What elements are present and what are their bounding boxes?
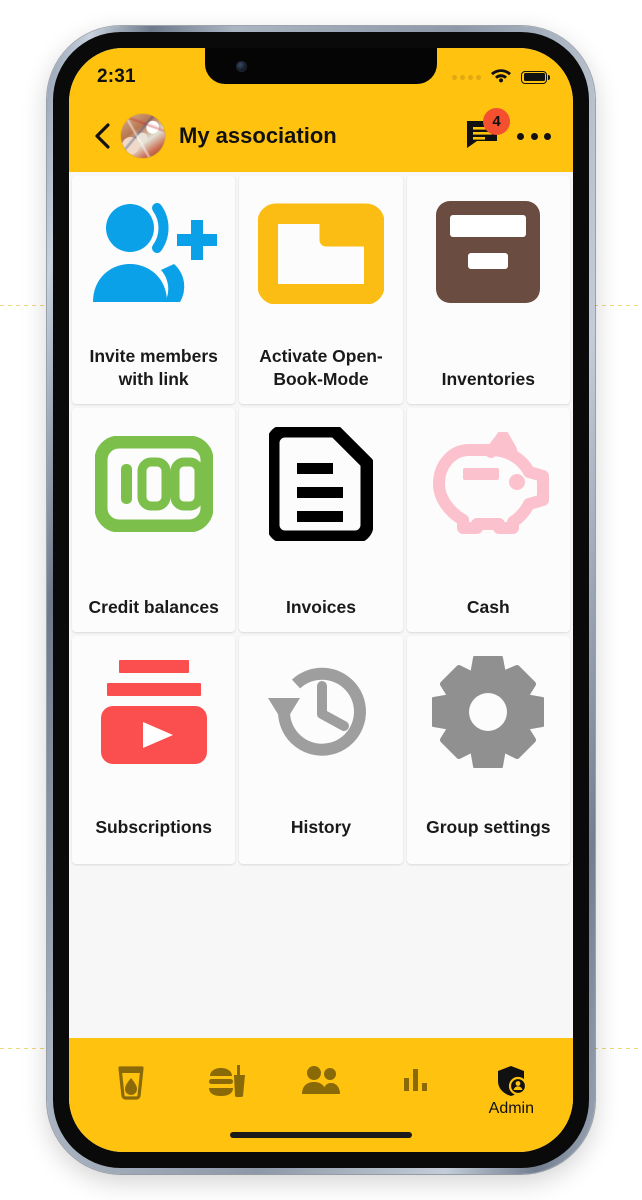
phone-frame: 2:31 My association 4 Invite members wit… xyxy=(47,26,595,1174)
phone-bezel: 2:31 My association 4 Invite members wit… xyxy=(53,32,589,1168)
tile-label: Invoices xyxy=(285,596,357,617)
tile-credit-balances[interactable]: Credit balances xyxy=(72,408,236,632)
subscriptions-play-icon xyxy=(78,650,229,774)
app-bar: My association 4 xyxy=(69,100,573,172)
piggy-bank-icon xyxy=(413,422,564,546)
bar-chart-icon xyxy=(404,1069,428,1091)
document-lines-icon xyxy=(245,422,396,546)
clock-rotate-left-icon xyxy=(245,650,396,774)
banknote-100-icon xyxy=(78,422,229,546)
tile-history[interactable]: History xyxy=(239,636,403,864)
nav-item-label: Admin xyxy=(488,1100,535,1117)
shield-person-icon xyxy=(498,1066,528,1096)
tile-grid-area: Invite members with link Activate Open-B… xyxy=(69,172,573,864)
tile-inventories[interactable]: Inventories xyxy=(406,176,570,404)
status-bar-indicators xyxy=(452,61,550,88)
nav-item-statistics[interactable] xyxy=(373,1064,459,1097)
phone-screen: 2:31 My association 4 Invite members wit… xyxy=(69,48,573,1152)
person-add-icon xyxy=(78,190,229,314)
status-bar-clock: 2:31 xyxy=(97,66,136,87)
tile-label: Credit balances xyxy=(88,596,219,617)
tile-subscriptions[interactable]: Subscriptions xyxy=(72,636,236,864)
tile-label: Group settings xyxy=(426,816,551,837)
people-group-icon xyxy=(301,1066,340,1094)
wifi-icon xyxy=(490,67,512,88)
gear-icon xyxy=(413,650,564,774)
tile-label: Cash xyxy=(466,596,510,617)
tile-cash[interactable]: Cash xyxy=(406,408,570,632)
home-indicator[interactable] xyxy=(230,1132,412,1138)
tile-group-settings[interactable]: Group settings xyxy=(406,636,570,864)
page-title: My association xyxy=(179,123,337,148)
nav-item-members[interactable] xyxy=(278,1064,364,1099)
battery-full-icon xyxy=(521,70,550,84)
group-photo-avatar[interactable] xyxy=(121,114,165,158)
nav-item-admin[interactable]: Admin xyxy=(468,1064,554,1117)
tile-label: History xyxy=(290,816,352,837)
signal-dots-icon xyxy=(452,74,481,80)
drink-glass-icon xyxy=(117,1066,144,1100)
nav-item-food[interactable] xyxy=(183,1064,269,1103)
open-folder-icon xyxy=(245,190,396,314)
tile-label: Activate Open-Book-Mode xyxy=(259,346,383,389)
tile-activate-open-book-mode[interactable]: Activate Open-Book-Mode xyxy=(239,176,403,404)
tile-grid: Invite members with link Activate Open-B… xyxy=(72,176,570,864)
tile-invoices[interactable]: Invoices xyxy=(239,408,403,632)
chat-button[interactable]: 4 xyxy=(465,108,510,153)
chat-unread-badge: 4 xyxy=(483,108,510,135)
food-burger-drink-icon xyxy=(208,1065,245,1098)
more-options-icon[interactable] xyxy=(517,130,551,142)
front-camera-icon xyxy=(236,61,247,72)
tile-label: Invite members with link xyxy=(89,346,218,389)
back-chevron-icon[interactable] xyxy=(87,121,117,151)
nav-item-drinks[interactable] xyxy=(88,1064,174,1103)
tile-label: Subscriptions xyxy=(95,816,212,837)
tile-invite-members[interactable]: Invite members with link xyxy=(72,176,236,404)
display-notch xyxy=(205,48,437,84)
tile-label: Inventories xyxy=(441,368,535,389)
archive-box-icon xyxy=(413,190,564,314)
